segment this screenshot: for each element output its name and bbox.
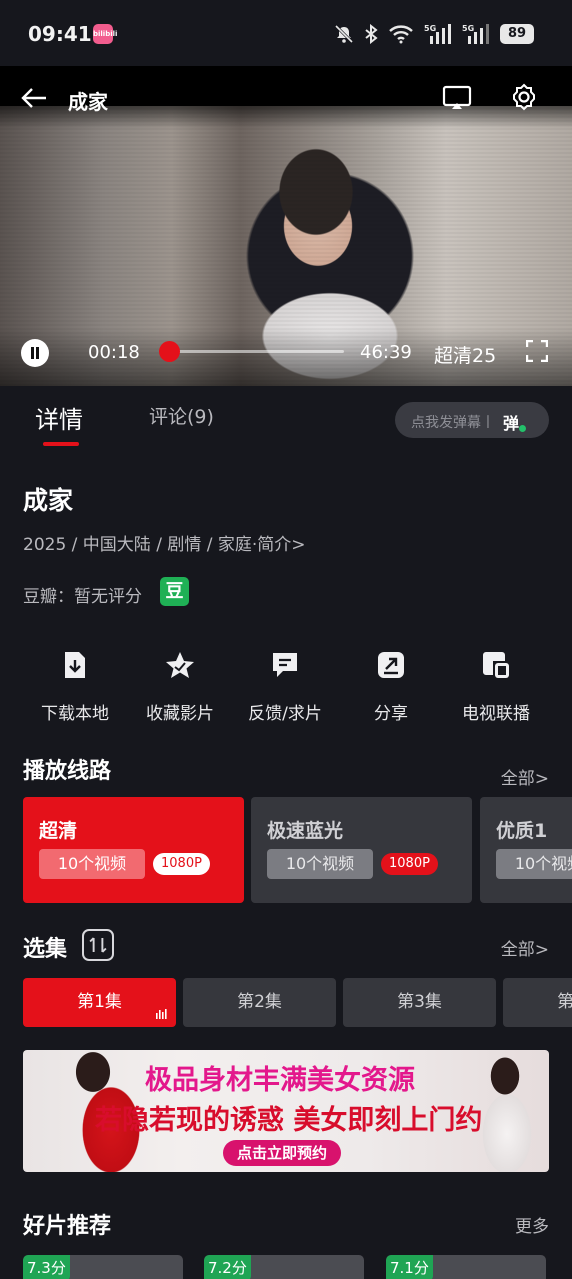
episode-label: 第1集: [77, 992, 122, 1012]
recommend-card[interactable]: 7.3分: [23, 1255, 183, 1279]
danmu-toggle-icon[interactable]: 弹: [503, 410, 519, 434]
episodes-section-title: 选集: [23, 937, 68, 962]
banner-subline: 若隐若现的诱惑 美女即刻上门约: [95, 1105, 483, 1136]
feedback-icon: [273, 653, 297, 677]
line-count: 10个视频: [267, 849, 373, 879]
show-meta[interactable]: 2025 / 中国大陆 / 剧情 / 家庭·简介>: [23, 530, 306, 555]
fullscreen-icon[interactable]: [526, 340, 548, 362]
ad-banner[interactable]: 极品身材丰满美女资源 若隐若现的诱惑 美女即刻上门约 点击立即预约: [23, 1050, 549, 1172]
line-count: 10个视频: [39, 849, 145, 879]
line-card[interactable]: 优质1 10个视频: [480, 797, 572, 903]
feedback-button[interactable]: 反馈/求片: [232, 645, 338, 724]
mute-bell-icon: [334, 24, 354, 44]
svg-text:5G: 5G: [424, 24, 436, 33]
download-button[interactable]: 下载本地: [22, 645, 128, 724]
star-icon: [166, 652, 194, 678]
score-badge: 7.2分: [204, 1255, 251, 1279]
quality-selector[interactable]: 超清25: [434, 341, 496, 368]
duration: 46:39: [360, 342, 412, 363]
line-card[interactable]: 极速蓝光 10个视频 1080P: [251, 797, 472, 903]
show-title: 成家: [23, 486, 74, 515]
wifi-icon: [389, 25, 413, 44]
lines-section-title: 播放线路: [23, 759, 112, 784]
share-label: 分享: [374, 704, 408, 724]
episode-item[interactable]: 第2集: [183, 978, 336, 1027]
status-icons: 5G 5G 89: [334, 22, 534, 46]
douban-icon: 豆: [160, 577, 189, 606]
download-label: 下载本地: [41, 704, 109, 724]
recommend-more-link[interactable]: 更多: [515, 1212, 549, 1237]
banner-cta-button[interactable]: 点击立即预约: [223, 1140, 342, 1166]
tv-cast-button[interactable]: 电视联播: [443, 645, 549, 724]
danmu-status-dot: [519, 425, 526, 432]
episodes-more-link[interactable]: 全部>: [501, 935, 549, 960]
recommend-card[interactable]: 7.1分: [386, 1255, 546, 1279]
episode-item[interactable]: 第1集: [23, 978, 176, 1027]
playing-wave-icon: [156, 1009, 167, 1019]
tab-details[interactable]: 详情: [35, 400, 83, 435]
current-time: 00:18: [88, 342, 140, 363]
episode-label: 第2集: [237, 992, 282, 1012]
battery-indicator: 89: [500, 24, 534, 44]
pause-button[interactable]: [21, 339, 49, 367]
episode-item[interactable]: 第4集: [503, 978, 572, 1027]
score-badge: 7.3分: [23, 1255, 70, 1279]
douban-rating: 豆瓣：暂无评分: [23, 587, 142, 607]
back-arrow-icon[interactable]: [20, 84, 48, 112]
favorite-label: 收藏影片: [146, 704, 214, 724]
download-icon: [65, 652, 85, 678]
line-name: 极速蓝光: [267, 820, 344, 842]
line-resolution-badge: 1080P: [153, 853, 210, 875]
status-time: 09:41: [28, 22, 92, 46]
tab-comments[interactable]: 评论(9): [149, 402, 214, 429]
tv-cast-icon: [483, 652, 509, 678]
banner-headline: 极品身材丰满美女资源: [145, 1065, 415, 1096]
progress-handle[interactable]: [159, 341, 181, 362]
bluetooth-icon: [365, 24, 378, 44]
danmu-input[interactable]: 点我发弹幕丨 弹: [395, 402, 549, 438]
recommend-list: 7.3分 7.2分 7.1分: [23, 1255, 572, 1279]
signal-5g-icon-1: 5G: [424, 24, 451, 44]
settings-gear-icon[interactable]: [509, 82, 539, 112]
line-resolution-badge: 1080P: [381, 853, 438, 875]
score-badge: 7.1分: [386, 1255, 433, 1279]
danmu-placeholder: 点我发弹幕丨: [411, 415, 495, 431]
lines-list: 超清 10个视频 1080P 极速蓝光 10个视频 1080P 优质1 10个视…: [23, 797, 572, 903]
recommend-card[interactable]: 7.2分: [204, 1255, 364, 1279]
line-count: 10个视频: [496, 849, 572, 879]
episode-label: 第4集: [557, 992, 572, 1012]
video-player[interactable]: 成家 00:18 46:39 超清25: [0, 66, 572, 386]
sort-order-icon[interactable]: [82, 929, 114, 961]
recommend-section-title: 好片推荐: [23, 1214, 112, 1239]
line-card[interactable]: 超清 10个视频 1080P: [23, 797, 244, 903]
feedback-label: 反馈/求片: [248, 704, 322, 724]
progress-bar[interactable]: [159, 341, 344, 362]
active-tab-indicator: [43, 442, 79, 446]
line-name: 优质1: [496, 820, 548, 842]
line-name: 超清: [39, 820, 78, 842]
tv-cast-label: 电视联播: [462, 704, 530, 724]
svg-text:5G: 5G: [462, 24, 474, 33]
content-tabs: 详情 评论(9) 点我发弹幕丨 弹: [0, 386, 572, 452]
share-icon: [378, 652, 404, 678]
share-button[interactable]: 分享: [338, 645, 444, 724]
lines-more-link[interactable]: 全部>: [501, 764, 549, 789]
signal-5g-icon-2: 5G: [462, 24, 489, 44]
bilibili-app-icon: bilibili: [93, 24, 117, 44]
player-title: 成家: [68, 90, 108, 114]
episode-list: 第1集 第2集 第3集 第4集: [23, 978, 572, 1027]
favorite-button[interactable]: 收藏影片: [127, 645, 233, 724]
action-row: 下载本地 收藏影片 反馈/求片 分享 电视联播: [0, 645, 572, 725]
episode-item[interactable]: 第3集: [343, 978, 496, 1027]
status-bar: 09:41 bilibili 5G 5G 89: [0, 0, 572, 66]
episode-label: 第3集: [397, 992, 442, 1012]
cast-screen-icon[interactable]: [442, 84, 472, 112]
